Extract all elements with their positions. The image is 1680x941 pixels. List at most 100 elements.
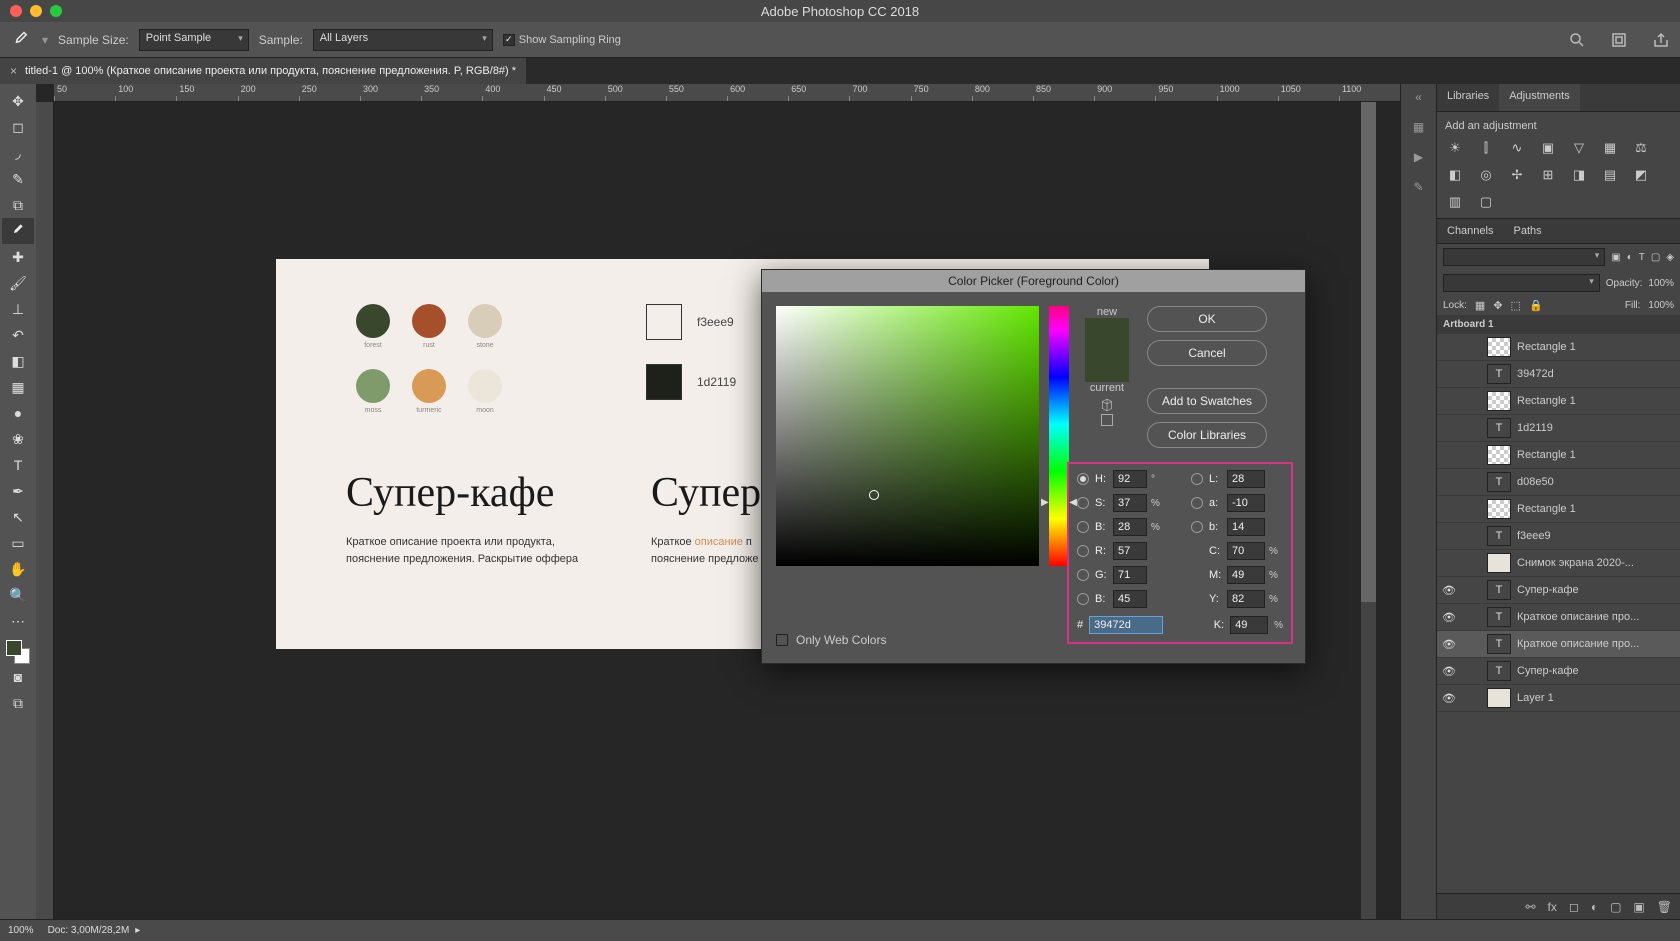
- maximize-window-icon[interactable]: [50, 5, 62, 17]
- gradient-tool[interactable]: ▦: [2, 374, 34, 400]
- bl-input[interactable]: [1113, 590, 1147, 608]
- quick-mask[interactable]: ◙: [2, 664, 34, 690]
- g-input[interactable]: [1113, 566, 1147, 584]
- document-tab[interactable]: × titled-1 @ 100% (Краткое описание прое…: [0, 58, 526, 84]
- layer-row[interactable]: 👁TКраткое описание про...: [1437, 604, 1680, 631]
- zoom-level[interactable]: 100%: [8, 925, 34, 936]
- opacity-mode-dropdown[interactable]: [1443, 274, 1600, 292]
- blur-tool[interactable]: ●: [2, 400, 34, 426]
- layer-row[interactable]: 👁TКраткое описание про...: [1437, 631, 1680, 658]
- current-color-box[interactable]: [1085, 350, 1129, 382]
- s-input[interactable]: [1113, 494, 1147, 512]
- layer-row[interactable]: 👁Td08e50: [1437, 469, 1680, 496]
- threshold-icon[interactable]: ◩: [1631, 167, 1651, 183]
- move-tool[interactable]: ✥: [2, 88, 34, 114]
- libraries-tab[interactable]: Libraries: [1437, 84, 1499, 111]
- vibrance-icon[interactable]: ▽: [1569, 140, 1589, 156]
- lock-position-icon[interactable]: ✥: [1493, 299, 1502, 312]
- layer-row[interactable]: 👁T1d2119: [1437, 415, 1680, 442]
- only-web-colors-checkbox[interactable]: Only Web Colors: [776, 633, 886, 647]
- foreground-color[interactable]: [6, 640, 22, 656]
- lock-all-icon[interactable]: 🔒: [1529, 299, 1543, 312]
- fx-icon[interactable]: fx: [1548, 900, 1557, 914]
- frame-icon[interactable]: [1610, 31, 1628, 49]
- type-tool[interactable]: T: [2, 452, 34, 478]
- levels-icon[interactable]: ⫿: [1476, 140, 1496, 156]
- close-window-icon[interactable]: [10, 5, 22, 17]
- eyedropper-tool-icon[interactable]: [10, 29, 32, 51]
- edit-toolbar[interactable]: ⋯: [2, 608, 34, 634]
- delete-layer-icon[interactable]: 🗑: [1657, 900, 1672, 914]
- a-radio[interactable]: [1191, 497, 1203, 509]
- layer-filter-smart-icon[interactable]: ◈: [1666, 252, 1674, 263]
- eyedropper-tool[interactable]: [2, 218, 34, 244]
- curves-icon[interactable]: ∿: [1507, 140, 1527, 156]
- saturation-brightness-field[interactable]: [776, 306, 1039, 566]
- color-balance-icon[interactable]: ⚖: [1631, 140, 1651, 156]
- r-radio[interactable]: [1077, 545, 1089, 557]
- layer-row[interactable]: 👁Rectangle 1: [1437, 388, 1680, 415]
- dodge-tool[interactable]: ❀: [2, 426, 34, 452]
- s-radio[interactable]: [1077, 497, 1089, 509]
- l-input[interactable]: [1227, 470, 1265, 488]
- b-radio[interactable]: [1077, 521, 1089, 533]
- show-sampling-ring-checkbox[interactable]: ✓Show Sampling Ring: [503, 34, 621, 46]
- path-select-tool[interactable]: ↖: [2, 504, 34, 530]
- minimize-window-icon[interactable]: [30, 5, 42, 17]
- history-panel-icon[interactable]: ▦: [1413, 120, 1424, 134]
- k-input[interactable]: [1230, 616, 1268, 634]
- sb-cursor[interactable]: [869, 490, 879, 500]
- lock-pixels-icon[interactable]: ▦: [1475, 299, 1485, 312]
- fill-value[interactable]: 100%: [1648, 300, 1674, 311]
- mask-icon[interactable]: ◻: [1569, 900, 1579, 914]
- lasso-tool[interactable]: ◞: [2, 140, 34, 166]
- layer-filter-icon2[interactable]: ◐: [1627, 252, 1633, 263]
- layer-filter-icon[interactable]: ▣: [1611, 252, 1620, 263]
- selective-color-icon[interactable]: ▢: [1476, 194, 1496, 210]
- ruler-vertical[interactable]: [36, 102, 54, 919]
- h-radio[interactable]: [1077, 473, 1089, 485]
- channels-tab[interactable]: Channels: [1437, 220, 1503, 242]
- channel-mixer-icon[interactable]: ✢: [1507, 167, 1527, 183]
- bb-radio[interactable]: [1191, 521, 1203, 533]
- eraser-tool[interactable]: ◧: [2, 348, 34, 374]
- group-icon[interactable]: ▢: [1610, 900, 1621, 914]
- brush-tool[interactable]: 🖌: [2, 270, 34, 296]
- lock-artboard-icon[interactable]: ⬚: [1511, 299, 1521, 312]
- marquee-tool[interactable]: ◻: [2, 114, 34, 140]
- blend-mode-dropdown[interactable]: [1443, 248, 1605, 266]
- bv-input[interactable]: [1113, 518, 1147, 536]
- adjustments-tab[interactable]: Adjustments: [1499, 84, 1580, 111]
- gradient-map-icon[interactable]: ▥: [1445, 194, 1465, 210]
- color-swatches[interactable]: [6, 640, 30, 664]
- invert-icon[interactable]: ◨: [1569, 167, 1589, 183]
- add-to-swatches-button[interactable]: Add to Swatches: [1147, 388, 1267, 414]
- doc-info[interactable]: Doc: 3,00M/28,2M: [48, 925, 130, 936]
- stamp-tool[interactable]: ⊥: [2, 296, 34, 322]
- hand-tool[interactable]: ✋: [2, 556, 34, 582]
- c-input[interactable]: [1227, 542, 1265, 560]
- y-input[interactable]: [1227, 590, 1265, 608]
- close-tab-icon[interactable]: ×: [10, 64, 17, 78]
- rectangle-tool[interactable]: ▭: [2, 530, 34, 556]
- ruler-horizontal[interactable]: 5010015020025030035040045050055060065070…: [54, 84, 1400, 102]
- layer-filter-shape-icon[interactable]: ▢: [1651, 252, 1660, 263]
- r-input[interactable]: [1113, 542, 1147, 560]
- hex-input[interactable]: [1089, 616, 1163, 634]
- b-input[interactable]: [1227, 518, 1265, 536]
- layer-filter-t-icon[interactable]: T: [1639, 252, 1645, 263]
- hue-slider[interactable]: ▶ ◀: [1049, 306, 1069, 566]
- sample-size-dropdown[interactable]: Point Sample: [139, 29, 249, 51]
- quick-select-tool[interactable]: ✎: [2, 166, 34, 192]
- share-icon[interactable]: [1652, 31, 1670, 49]
- vertical-scrollbar[interactable]: [1361, 102, 1376, 919]
- bw-icon[interactable]: ◧: [1445, 167, 1465, 183]
- layer-row[interactable]: 👁TСупер-кафе: [1437, 658, 1680, 685]
- m-input[interactable]: [1227, 566, 1265, 584]
- l-radio[interactable]: [1191, 473, 1203, 485]
- ok-button[interactable]: OK: [1147, 306, 1267, 332]
- layer-row[interactable]: 👁Tf3eee9: [1437, 523, 1680, 550]
- hue-sat-icon[interactable]: ▦: [1600, 140, 1620, 156]
- screen-mode[interactable]: ⧉: [2, 690, 34, 716]
- brush-panel-icon[interactable]: ✎: [1413, 180, 1423, 194]
